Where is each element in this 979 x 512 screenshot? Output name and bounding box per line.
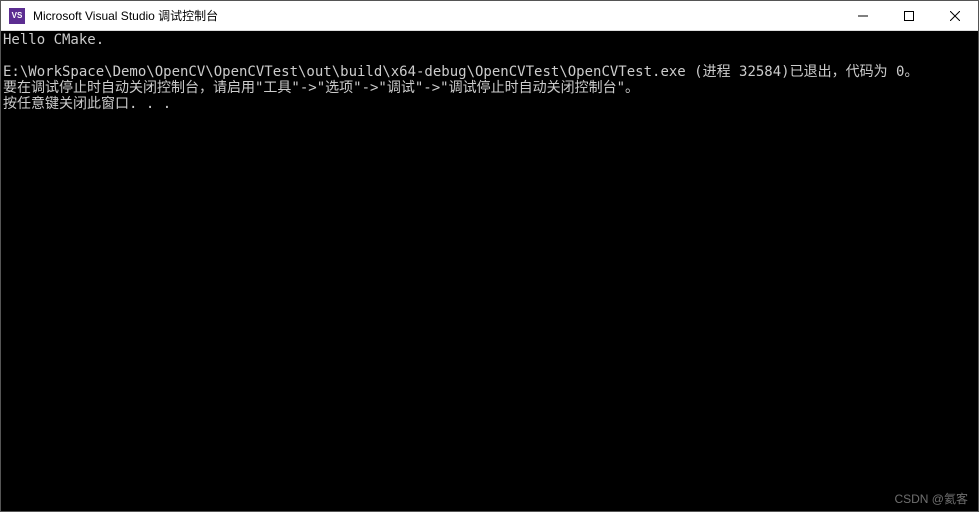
- titlebar: VS Microsoft Visual Studio 调试控制台: [1, 1, 978, 31]
- app-icon: VS: [9, 8, 25, 24]
- maximize-button[interactable]: [886, 1, 932, 30]
- window-controls: [840, 1, 978, 30]
- console-line: E:\WorkSpace\Demo\OpenCV\OpenCVTest\out\…: [3, 64, 918, 80]
- console-line: 要在调试停止时自动关闭控制台，请启用"工具"->"选项"->"调试"->"调试停…: [3, 80, 639, 96]
- window-title: Microsoft Visual Studio 调试控制台: [33, 7, 840, 24]
- console-line: 按任意键关闭此窗口. . .: [3, 96, 171, 112]
- app-icon-label: VS: [12, 12, 23, 20]
- window: VS Microsoft Visual Studio 调试控制台 Hello C…: [0, 0, 979, 512]
- close-button[interactable]: [932, 1, 978, 30]
- console-line: Hello CMake.: [3, 32, 104, 48]
- console-output[interactable]: Hello CMake. E:\WorkSpace\Demo\OpenCV\Op…: [1, 31, 978, 511]
- minimize-button[interactable]: [840, 1, 886, 30]
- watermark: CSDN @氦客: [894, 491, 968, 507]
